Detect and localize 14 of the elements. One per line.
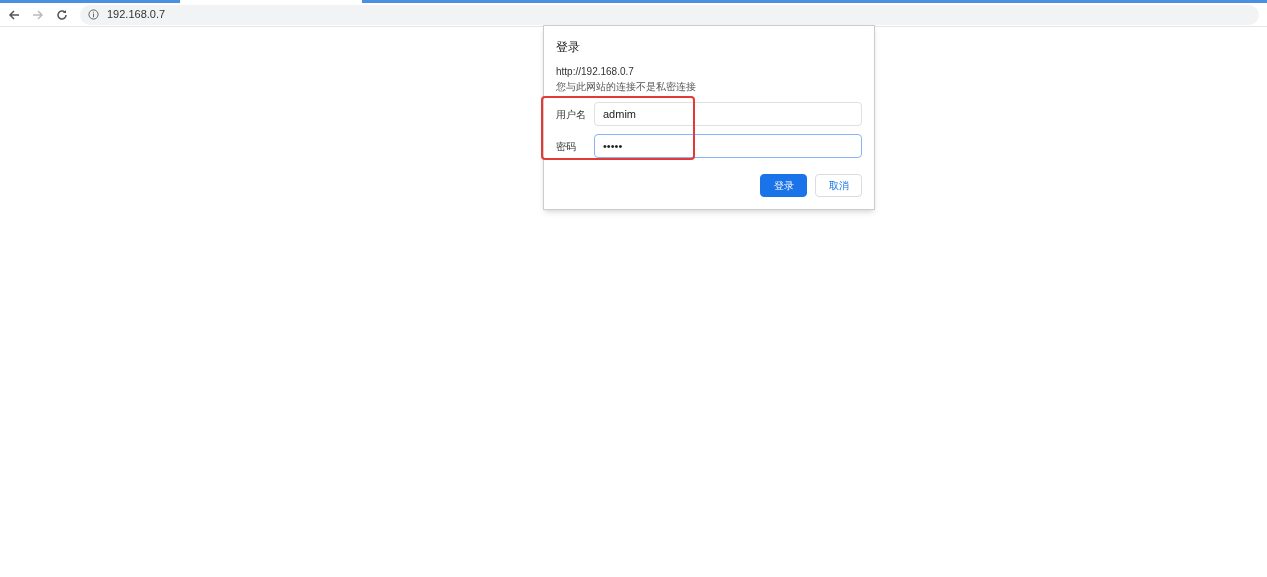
connection-warning: 您与此网站的连接不是私密连接 — [556, 80, 697, 94]
site-origin: http://192.168.0.7 — [556, 65, 635, 79]
back-arrow-icon[interactable] — [8, 8, 20, 21]
login-button[interactable]: 登录 — [760, 174, 807, 197]
reload-icon[interactable] — [56, 8, 68, 21]
field-label: 密码 — [556, 139, 577, 154]
address-bar[interactable]: 192.168.0.7 — [80, 4, 1259, 25]
field-label: 用户名 — [556, 107, 587, 122]
input-field[interactable]: ••••• — [594, 134, 862, 158]
url-text: 192.168.0.7 — [107, 7, 166, 23]
cancel-button[interactable]: 取消 — [815, 174, 862, 197]
dialog-title: 登录 — [556, 39, 581, 56]
input-field[interactable]: admim — [594, 102, 862, 126]
info-icon[interactable] — [88, 9, 99, 20]
